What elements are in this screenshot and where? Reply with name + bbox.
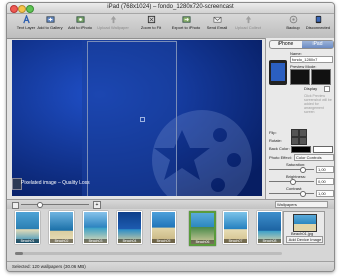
gallery-thumb[interactable]: Beach02 bbox=[49, 211, 74, 244]
back-color-well[interactable] bbox=[291, 146, 311, 153]
gallery-thumb[interactable]: Beach03 bbox=[83, 211, 108, 244]
upload-wallpaper-icon bbox=[110, 15, 116, 24]
brightness-field[interactable]: 0,00 bbox=[316, 178, 334, 185]
upload-collect-icon bbox=[245, 15, 251, 24]
photo-effect-label: Photo Effect: bbox=[269, 155, 292, 160]
crop-guide-right[interactable] bbox=[176, 41, 177, 196]
preview-mode-landscape[interactable] bbox=[311, 69, 331, 85]
rotate-left-button[interactable] bbox=[291, 137, 299, 145]
flip-horizontal-button[interactable] bbox=[291, 129, 299, 137]
upload-collect-button[interactable]: Upload Collect bbox=[233, 15, 263, 30]
editor-canvas[interactable]: Pixelated image – Quality Loss bbox=[12, 40, 262, 196]
contrast-label: Contrast: bbox=[286, 186, 303, 191]
photo-effect-select[interactable]: Color Controls bbox=[294, 154, 334, 161]
device-image-preview: Beach01.jpg Add Device Image bbox=[283, 211, 325, 245]
gallery-thumb[interactable]: Beach01 bbox=[15, 211, 40, 244]
rotate-right-button[interactable] bbox=[299, 137, 307, 145]
brightness-label: Brightness: bbox=[286, 174, 307, 179]
title-bar: iPad (768x1024) – fondo_1280x720-screenc… bbox=[7, 3, 334, 14]
disconnected-status[interactable]: Disconnected bbox=[304, 15, 332, 30]
app-window: iPad (768x1024) – fondo_1280x720-screenc… bbox=[6, 2, 335, 272]
crop-center-handle[interactable] bbox=[140, 117, 145, 122]
crop-guide-left[interactable] bbox=[87, 41, 88, 196]
add-to-iphoto-button[interactable]: Add to iPhoto bbox=[66, 15, 94, 30]
gallery-thumb-selected[interactable]: Beach06 bbox=[189, 211, 216, 246]
add-button[interactable]: + bbox=[93, 201, 101, 209]
preview-hint: Click Preview screenshot will be added f… bbox=[304, 94, 332, 114]
saturation-slider-knob[interactable] bbox=[300, 167, 306, 173]
zoom-to-fit-icon bbox=[147, 15, 155, 24]
device-segmented-control: iPhone iPad bbox=[269, 40, 334, 49]
thumbnail-size-slider[interactable] bbox=[21, 204, 89, 205]
add-to-gallery-button[interactable]: Add to Gallery bbox=[36, 15, 64, 30]
crop-guide-top[interactable] bbox=[87, 41, 176, 42]
status-text: Selected: 120 wallpapers (30.06 MB) bbox=[12, 264, 86, 269]
status-bar: Selected: 120 wallpapers (30.06 MB) bbox=[7, 261, 334, 271]
inspector-panel: iPhone iPad Name: fondo_1280x7 Preview M… bbox=[265, 38, 334, 208]
zoom-to-fit-button[interactable]: Zoom to Fit bbox=[137, 15, 165, 30]
wallpaper-gallery: Beach01 Beach02 Beach03 Beach04 Beach05 … bbox=[7, 209, 334, 261]
brightness-slider-knob[interactable] bbox=[290, 179, 296, 185]
gallery-filter-select[interactable]: Wallpapers bbox=[275, 201, 328, 208]
disconnected-icon bbox=[315, 15, 321, 24]
export-to-iphoto-icon bbox=[181, 16, 191, 23]
contrast-slider-knob[interactable] bbox=[300, 191, 306, 197]
add-to-iphoto-icon bbox=[75, 16, 85, 23]
add-to-gallery-icon bbox=[45, 16, 55, 23]
backup-icon bbox=[289, 15, 297, 24]
gallery-thumb[interactable]: Beach07 bbox=[223, 211, 248, 244]
display-label: Display bbox=[304, 86, 318, 91]
gallery-scrollbar[interactable] bbox=[15, 252, 282, 255]
export-to-iphoto-button[interactable]: Export to iPhoto bbox=[170, 15, 202, 30]
add-device-image-button[interactable]: Add Device Image bbox=[286, 236, 323, 243]
display-checkbox[interactable] bbox=[324, 86, 330, 92]
saturation-field[interactable]: 1,00 bbox=[316, 166, 334, 173]
text-layer-icon bbox=[22, 15, 30, 24]
gallery-thumb[interactable]: Beach05 bbox=[151, 211, 176, 244]
tab-ipad[interactable]: iPad bbox=[302, 41, 333, 48]
send-email-button[interactable]: Send Email bbox=[204, 15, 230, 30]
tab-iphone[interactable]: iPhone bbox=[270, 41, 301, 48]
preview-mode-portrait[interactable] bbox=[290, 69, 310, 85]
toolbar: Text Layer Add to Gallery Add to iPhoto … bbox=[7, 14, 334, 39]
thumbnail-size-knob[interactable] bbox=[37, 202, 43, 208]
view-mode-button[interactable] bbox=[12, 202, 19, 209]
gallery-thumb[interactable]: Beach08 bbox=[257, 211, 282, 244]
back-color-label: Back Color: bbox=[269, 146, 290, 151]
backup-button[interactable]: Backup bbox=[285, 15, 301, 30]
flip-label: Flip: bbox=[269, 130, 277, 135]
text-layer-button[interactable]: Text Layer bbox=[14, 15, 38, 30]
window-title: iPad (768x1024) – fondo_1280x720-screenc… bbox=[107, 4, 234, 10]
saturation-slider[interactable] bbox=[269, 169, 314, 170]
contrast-field[interactable]: 1,00 bbox=[316, 190, 334, 197]
contrast-slider[interactable] bbox=[269, 193, 314, 194]
quality-warning-text: Pixelated image – Quality Loss bbox=[21, 180, 90, 186]
gallery-thumb[interactable]: Beach04 bbox=[117, 211, 142, 244]
gallery-scrollbar-thumb[interactable] bbox=[15, 252, 23, 255]
flip-vertical-button[interactable] bbox=[299, 129, 307, 137]
send-email-icon bbox=[213, 16, 221, 23]
name-field[interactable]: fondo_1280x7 bbox=[290, 56, 333, 63]
canvas-artwork bbox=[12, 40, 262, 196]
rotate-label: Rotate: bbox=[269, 138, 282, 143]
back-color-well-alt[interactable] bbox=[313, 146, 333, 153]
upload-wallpaper-button[interactable]: Upload Wallpaper bbox=[97, 15, 129, 30]
device-preview-thumbnail[interactable] bbox=[269, 60, 287, 85]
